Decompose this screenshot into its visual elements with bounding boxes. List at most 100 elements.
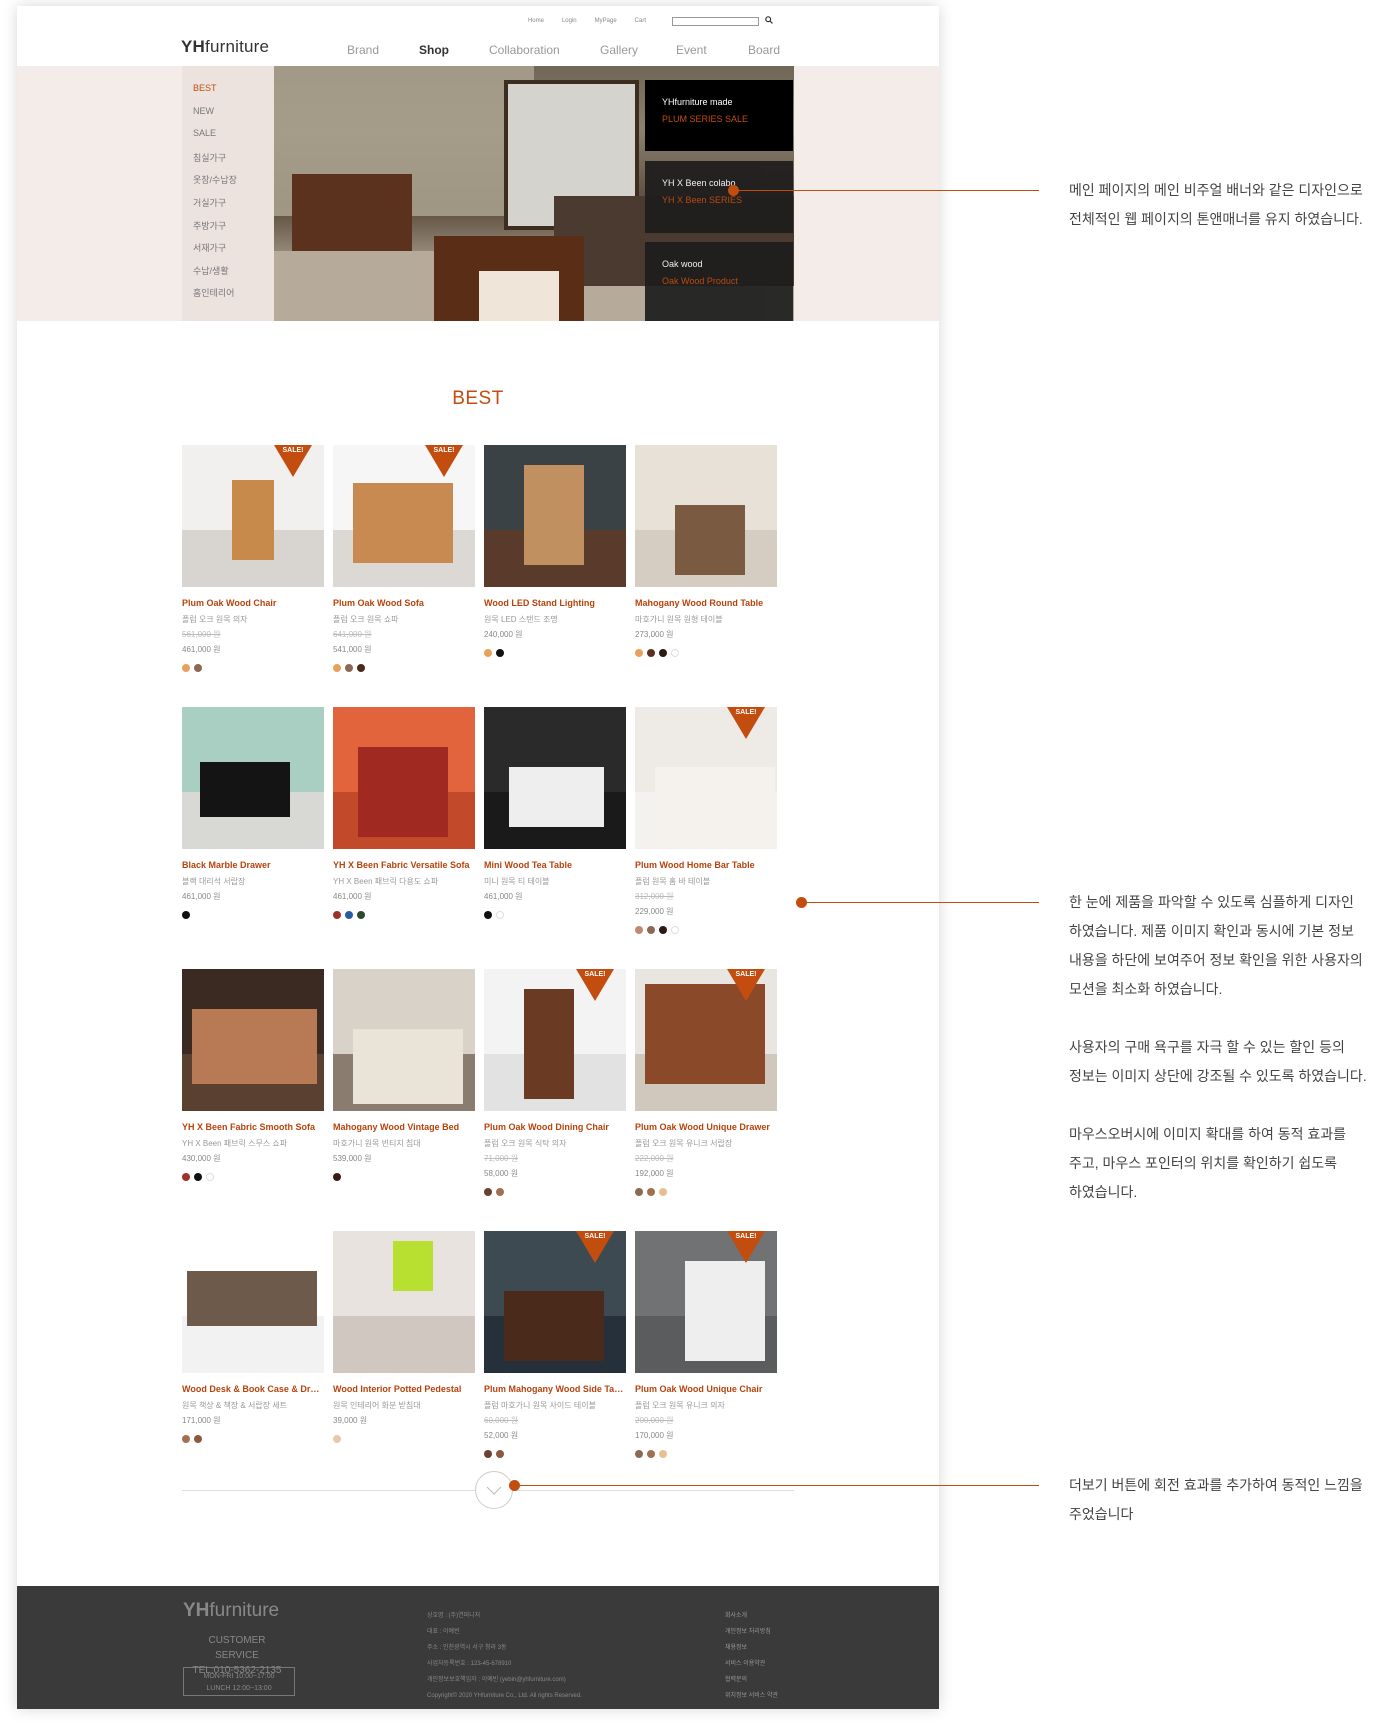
color-swatch[interactable] [647,1450,655,1458]
color-swatch[interactable] [484,649,492,657]
color-swatch[interactable] [496,1450,504,1458]
color-swatch[interactable] [659,649,667,657]
product-image[interactable]: SALE! [635,1231,777,1373]
color-swatch[interactable] [345,911,353,919]
color-swatch[interactable] [345,664,353,672]
color-swatch[interactable] [182,911,190,919]
footer-link[interactable]: 위치정보 서비스 약관 [725,1688,778,1704]
color-swatch[interactable] [635,1450,643,1458]
product-card[interactable]: SALE! Plum Wood Home Bar Table 플럼 원목 홈 바 테… [635,707,777,934]
product-image[interactable] [484,707,626,849]
product-image[interactable] [635,445,777,587]
product-image[interactable]: SALE! [635,969,777,1111]
category-new[interactable]: NEW [193,106,274,129]
footer-link[interactable]: 협력문의 [725,1672,778,1688]
color-swatch[interactable] [659,1188,667,1196]
product-card[interactable]: YH X Been Fabric Smooth Sofa YH X Been 패브… [182,969,324,1181]
category-sale[interactable]: SALE [193,128,274,151]
color-swatch[interactable] [496,1188,504,1196]
color-swatch[interactable] [647,1188,655,1196]
site-logo[interactable]: YHfurniture [181,37,269,57]
product-image[interactable]: SALE! [333,445,475,587]
color-swatch[interactable] [333,911,341,919]
nav-gallery[interactable]: Gallery [600,43,676,57]
product-card[interactable]: SALE! Plum Oak Wood Unique Chair 플럼 오크 원목 … [635,1231,777,1458]
product-card[interactable]: Wood Desk & Book Case & Drawer 원목 책상 & 책장… [182,1231,324,1443]
nav-board[interactable]: Board [748,43,780,57]
color-swatch[interactable] [333,664,341,672]
load-more-button[interactable] [475,1471,513,1509]
color-swatch[interactable] [659,926,667,934]
color-swatch[interactable] [357,911,365,919]
product-card[interactable]: Mahogany Wood Vintage Bed 마호가니 원목 빈티지 침대 5… [333,969,475,1181]
footer-link[interactable]: 회사소개 [725,1608,778,1624]
product-image[interactable] [333,707,475,849]
color-swatch[interactable] [194,664,202,672]
product-card[interactable]: Wood Interior Potted Pedestal 원목 인테리어 화분 … [333,1231,475,1443]
product-image[interactable]: SALE! [484,969,626,1111]
product-image[interactable] [333,969,475,1111]
product-image[interactable]: SALE! [484,1231,626,1373]
color-swatch[interactable] [182,1173,190,1181]
color-swatch[interactable] [182,664,190,672]
color-swatch[interactable] [635,926,643,934]
color-swatch[interactable] [194,1173,202,1181]
util-link-login[interactable]: Login [562,18,577,24]
color-swatch[interactable] [194,1435,202,1443]
footer-link[interactable]: 채용정보 [725,1640,778,1656]
category-best[interactable]: BEST [193,83,274,106]
color-swatch[interactable] [333,1435,341,1443]
color-swatch[interactable] [671,926,679,934]
color-swatch[interactable] [635,649,643,657]
util-link-home[interactable]: Home [528,18,544,24]
color-swatch[interactable] [206,1173,214,1181]
product-card[interactable]: Black Marble Drawer 블랙 대리석 서랍장 461,000 원 [182,707,324,919]
color-swatch[interactable] [357,664,365,672]
search-icon[interactable] [765,16,773,26]
product-card[interactable]: SALE! Plum Oak Wood Dining Chair 플럼 오크 원목 … [484,969,626,1196]
nav-brand[interactable]: Brand [347,43,419,57]
category-living[interactable]: 거실가구 [193,196,274,219]
product-card[interactable]: SALE! Plum Oak Wood Unique Drawer 플럼 오크 원목… [635,969,777,1196]
product-card[interactable]: Mahogany Wood Round Table 마호가니 원목 원형 테이블 2… [635,445,777,657]
color-swatch[interactable] [182,1435,190,1443]
product-card[interactable]: SALE! Plum Oak Wood Sofa 플럼 오크 원목 쇼파 641,00… [333,445,475,672]
hero-promo-plum[interactable]: YHfurniture made PLUM SERIES SALE [645,80,793,151]
category-study[interactable]: 서재가구 [193,241,274,264]
product-image[interactable] [182,1231,324,1373]
color-swatch[interactable] [496,911,504,919]
color-swatch[interactable] [484,911,492,919]
hero-promo-colabo[interactable]: YH X Been colabo YH X Been SERIES [645,161,793,233]
category-wardrobe[interactable]: 옷장/수납장 [193,173,274,196]
category-kitchen[interactable]: 주방가구 [193,219,274,242]
product-image[interactable] [182,707,324,849]
color-swatch[interactable] [333,1173,341,1181]
color-swatch[interactable] [484,1450,492,1458]
color-swatch[interactable] [496,649,504,657]
product-card[interactable]: Mini Wood Tea Table 미니 원목 티 테이블 461,000 원 [484,707,626,919]
color-swatch[interactable] [671,649,679,657]
product-image[interactable] [182,969,324,1111]
color-swatch[interactable] [647,926,655,934]
footer-link[interactable]: 개인정보 처리방침 [725,1624,778,1640]
color-swatch[interactable] [647,649,655,657]
color-swatch[interactable] [635,1188,643,1196]
nav-collaboration[interactable]: Collaboration [489,43,600,57]
product-image[interactable] [484,445,626,587]
product-card[interactable]: Wood LED Stand Lighting 원목 LED 스탠드 조명 240,… [484,445,626,657]
footer-link[interactable]: 서비스 이용약관 [725,1656,778,1672]
color-swatch[interactable] [484,1188,492,1196]
product-image[interactable] [333,1231,475,1373]
nav-event[interactable]: Event [676,43,748,57]
nav-shop[interactable]: Shop [419,43,489,57]
product-image[interactable]: SALE! [182,445,324,587]
product-card[interactable]: SALE! Plum Mahogany Wood Side Table 플럼 마호가… [484,1231,626,1458]
product-card[interactable]: SALE! Plum Oak Wood Chair 플럼 오크 원목 의자 561,0… [182,445,324,672]
color-swatch[interactable] [659,1450,667,1458]
category-storage[interactable]: 수납/생활 [193,264,274,287]
util-link-cart[interactable]: Cart [635,18,646,24]
search-input[interactable] [672,16,759,26]
util-link-mypage[interactable]: MyPage [595,18,617,24]
product-card[interactable]: YH X Been Fabric Versatile Sofa YH X Been… [333,707,475,919]
category-interior[interactable]: 홈인테리어 [193,286,274,309]
